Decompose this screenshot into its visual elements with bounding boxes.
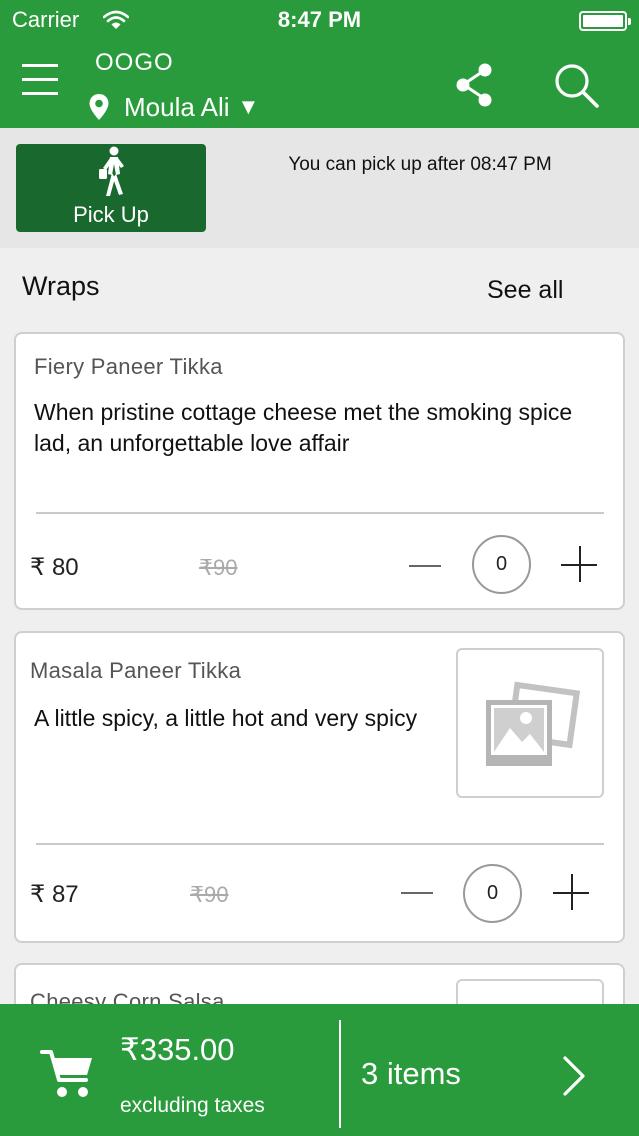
quantity-value: 0 [472, 535, 531, 594]
chevron-right-icon[interactable] [560, 1054, 588, 1098]
pickup-time-info: You can pick up after 08:47 PM [288, 154, 552, 175]
item-price: ₹ 80 [30, 554, 79, 581]
menu-item-card[interactable]: Masala Paneer Tikka A little spicy, a li… [14, 631, 625, 943]
item-description: When pristine cottage cheese met the smo… [34, 399, 573, 456]
search-icon[interactable] [552, 62, 600, 108]
card-divider [36, 512, 604, 514]
location-label: Moula Ali [124, 91, 230, 122]
status-bar: Carrier 8:47 PM [0, 0, 639, 40]
walking-person-icon [99, 146, 124, 196]
pickup-label: Pick Up [73, 202, 149, 227]
share-icon[interactable] [454, 62, 494, 108]
decrease-quantity-button[interactable] [409, 554, 443, 578]
app-header: Carrier 8:47 PM OOGO Moula Ali ▼ [0, 0, 639, 128]
item-name: Fiery Paneer Tikka [34, 354, 223, 379]
menu-icon[interactable] [22, 62, 60, 98]
item-name: Masala Paneer Tikka [30, 658, 242, 683]
item-image[interactable] [456, 648, 604, 798]
caret-down-icon: ▼ [237, 94, 260, 119]
cart-total: ₹335.00 [120, 1032, 235, 1067]
quantity-value: 0 [463, 864, 522, 923]
image-placeholder-icon [486, 681, 581, 766]
item-old-price: ₹90 [199, 555, 238, 580]
app-name: OOGO [95, 49, 174, 76]
increase-quantity-button[interactable] [561, 546, 599, 584]
pickup-button[interactable]: Pick Up [16, 144, 206, 232]
cart-bar[interactable]: ₹335.00 excluding taxes 3 items [0, 1004, 639, 1136]
cart-divider [339, 1020, 341, 1128]
section-title: Wraps [22, 271, 100, 301]
clock: 8:47 PM [277, 7, 362, 32]
decrease-quantity-button[interactable] [401, 881, 435, 905]
app-screen: Carrier 8:47 PM OOGO Moula Ali ▼ Pick Up… [0, 0, 639, 1136]
battery-icon [579, 11, 631, 31]
item-price: ₹ 87 [30, 881, 79, 908]
menu-item-card[interactable]: Fiery Paneer Tikka When pristine cottage… [14, 332, 625, 610]
increase-quantity-button[interactable] [553, 874, 591, 912]
location-pin-icon [89, 94, 109, 120]
shopping-cart-icon [40, 1050, 92, 1097]
item-old-price: ₹90 [190, 882, 229, 907]
cart-taxes-note: excluding taxes [120, 1094, 265, 1117]
item-description: A little spicy, a little hot and very sp… [34, 705, 418, 731]
card-divider [36, 843, 604, 845]
location-selector[interactable]: Moula Ali ▼ [88, 90, 259, 124]
pickup-strip: Pick Up You can pick up after 08:47 PM [0, 128, 639, 248]
cart-items-count: 3 items [361, 1056, 461, 1091]
see-all-link[interactable]: See all [487, 276, 563, 305]
